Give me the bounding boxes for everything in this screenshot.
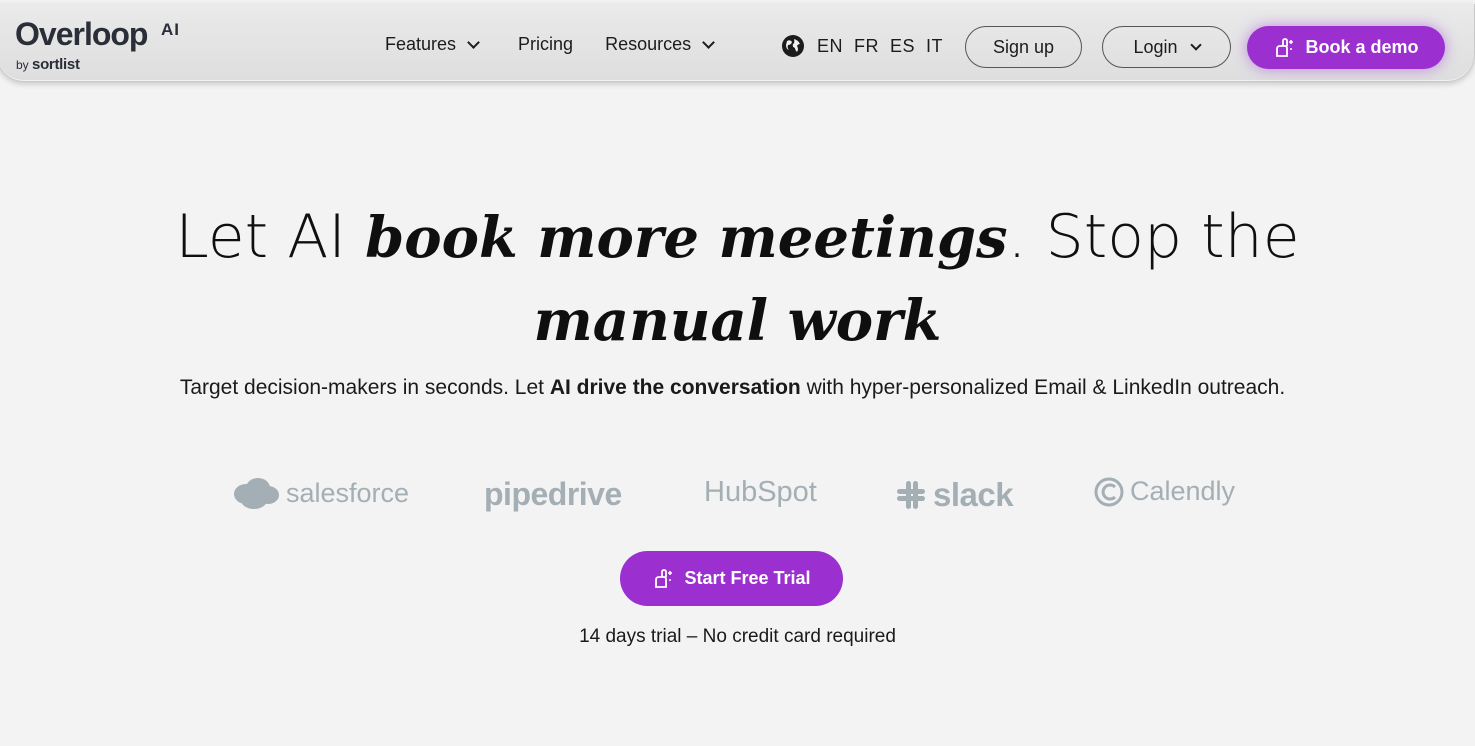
chevron-down-icon bbox=[702, 36, 715, 49]
slack-hash-icon bbox=[897, 481, 925, 509]
pipedrive-logo: pipedrive bbox=[484, 476, 622, 513]
login-button[interactable]: Login bbox=[1102, 26, 1231, 68]
subtitle-part1: Target decision-makers in seconds. Let bbox=[179, 376, 550, 399]
nav-features[interactable]: Features bbox=[385, 34, 480, 55]
slack-text: slack bbox=[933, 476, 1014, 513]
logo-ai-suffix: AI bbox=[161, 20, 180, 39]
nav-resources-label: Resources bbox=[605, 34, 692, 54]
page: Overloop AI by sortlist Features Pricing… bbox=[0, 0, 1475, 746]
sparkle-hand-icon bbox=[655, 568, 673, 588]
salesforce-cloud-icon bbox=[234, 478, 279, 509]
trial-note: 14 days trial – No credit card required bbox=[579, 626, 896, 647]
hero-title-emphasis-1: book more meetings bbox=[365, 205, 1008, 271]
hero-title-part1: Let AI bbox=[175, 202, 366, 272]
book-demo-label: Book a demo bbox=[1305, 37, 1419, 57]
salesforce-text: salesforce bbox=[286, 477, 410, 508]
main-nav: Features Pricing Resources bbox=[385, 34, 751, 55]
chevron-down-icon bbox=[1189, 39, 1202, 51]
lang-es[interactable]: ES bbox=[890, 36, 915, 57]
lang-it[interactable]: IT bbox=[926, 36, 943, 57]
calendly-logo: Calendly bbox=[1094, 476, 1235, 507]
nav-features-label: Features bbox=[385, 34, 457, 54]
slack-logo: slack bbox=[895, 476, 1014, 514]
login-label: Login bbox=[1133, 36, 1178, 57]
nav-resources[interactable]: Resources bbox=[605, 34, 715, 55]
hubspot-logo: HubSpot bbox=[704, 476, 817, 509]
logo-by-sortlist: by sortlist bbox=[16, 56, 80, 73]
subtitle-part2: with hyper-personalized Email & LinkedIn… bbox=[800, 376, 1286, 399]
hero-title-emphasis-2: manual work bbox=[533, 288, 942, 354]
language-switcher: EN FR ES IT bbox=[781, 34, 954, 58]
overloop-logo[interactable]: Overloop AI by sortlist bbox=[15, 16, 179, 73]
hubspot-text: HubSpot bbox=[704, 476, 817, 508]
hero-title-part2: . Stop the bbox=[1007, 202, 1300, 272]
start-free-trial-label: Start Free Trial bbox=[684, 568, 811, 588]
subtitle-bold: AI drive the conversation bbox=[549, 376, 801, 399]
signup-label: Sign up bbox=[992, 36, 1055, 57]
hero-subtitle: Target decision-makers in seconds. Let A… bbox=[130, 371, 1335, 405]
pipedrive-text: pipedrive bbox=[484, 476, 622, 512]
calendly-c-icon bbox=[1094, 477, 1124, 506]
lang-fr[interactable]: FR bbox=[854, 36, 879, 57]
globe-icon[interactable] bbox=[781, 34, 805, 58]
nav-pricing-label: Pricing bbox=[518, 34, 574, 54]
lang-en[interactable]: EN bbox=[817, 36, 843, 57]
logo-by-text: by bbox=[16, 58, 29, 72]
integration-logos: salesforce pipedrive HubSpot slack Calen… bbox=[0, 470, 1475, 520]
calendly-text: Calendly bbox=[1130, 476, 1236, 506]
start-free-trial-button[interactable]: Start Free Trial bbox=[620, 551, 843, 606]
sparkle-hand-icon bbox=[1276, 37, 1294, 57]
book-demo-button[interactable]: Book a demo bbox=[1247, 26, 1445, 69]
hero-title: Let AI book more meetings. Stop the manu… bbox=[0, 196, 1475, 362]
logo-parent-brand: sortlist bbox=[32, 56, 80, 73]
nav-pricing[interactable]: Pricing bbox=[518, 34, 573, 55]
chevron-down-icon bbox=[467, 36, 480, 49]
salesforce-logo: salesforce bbox=[232, 476, 409, 510]
logo-wordmark: Overloop bbox=[15, 16, 148, 52]
top-navbar: Overloop AI by sortlist Features Pricing… bbox=[0, 4, 1475, 82]
signup-button[interactable]: Sign up bbox=[965, 26, 1082, 68]
